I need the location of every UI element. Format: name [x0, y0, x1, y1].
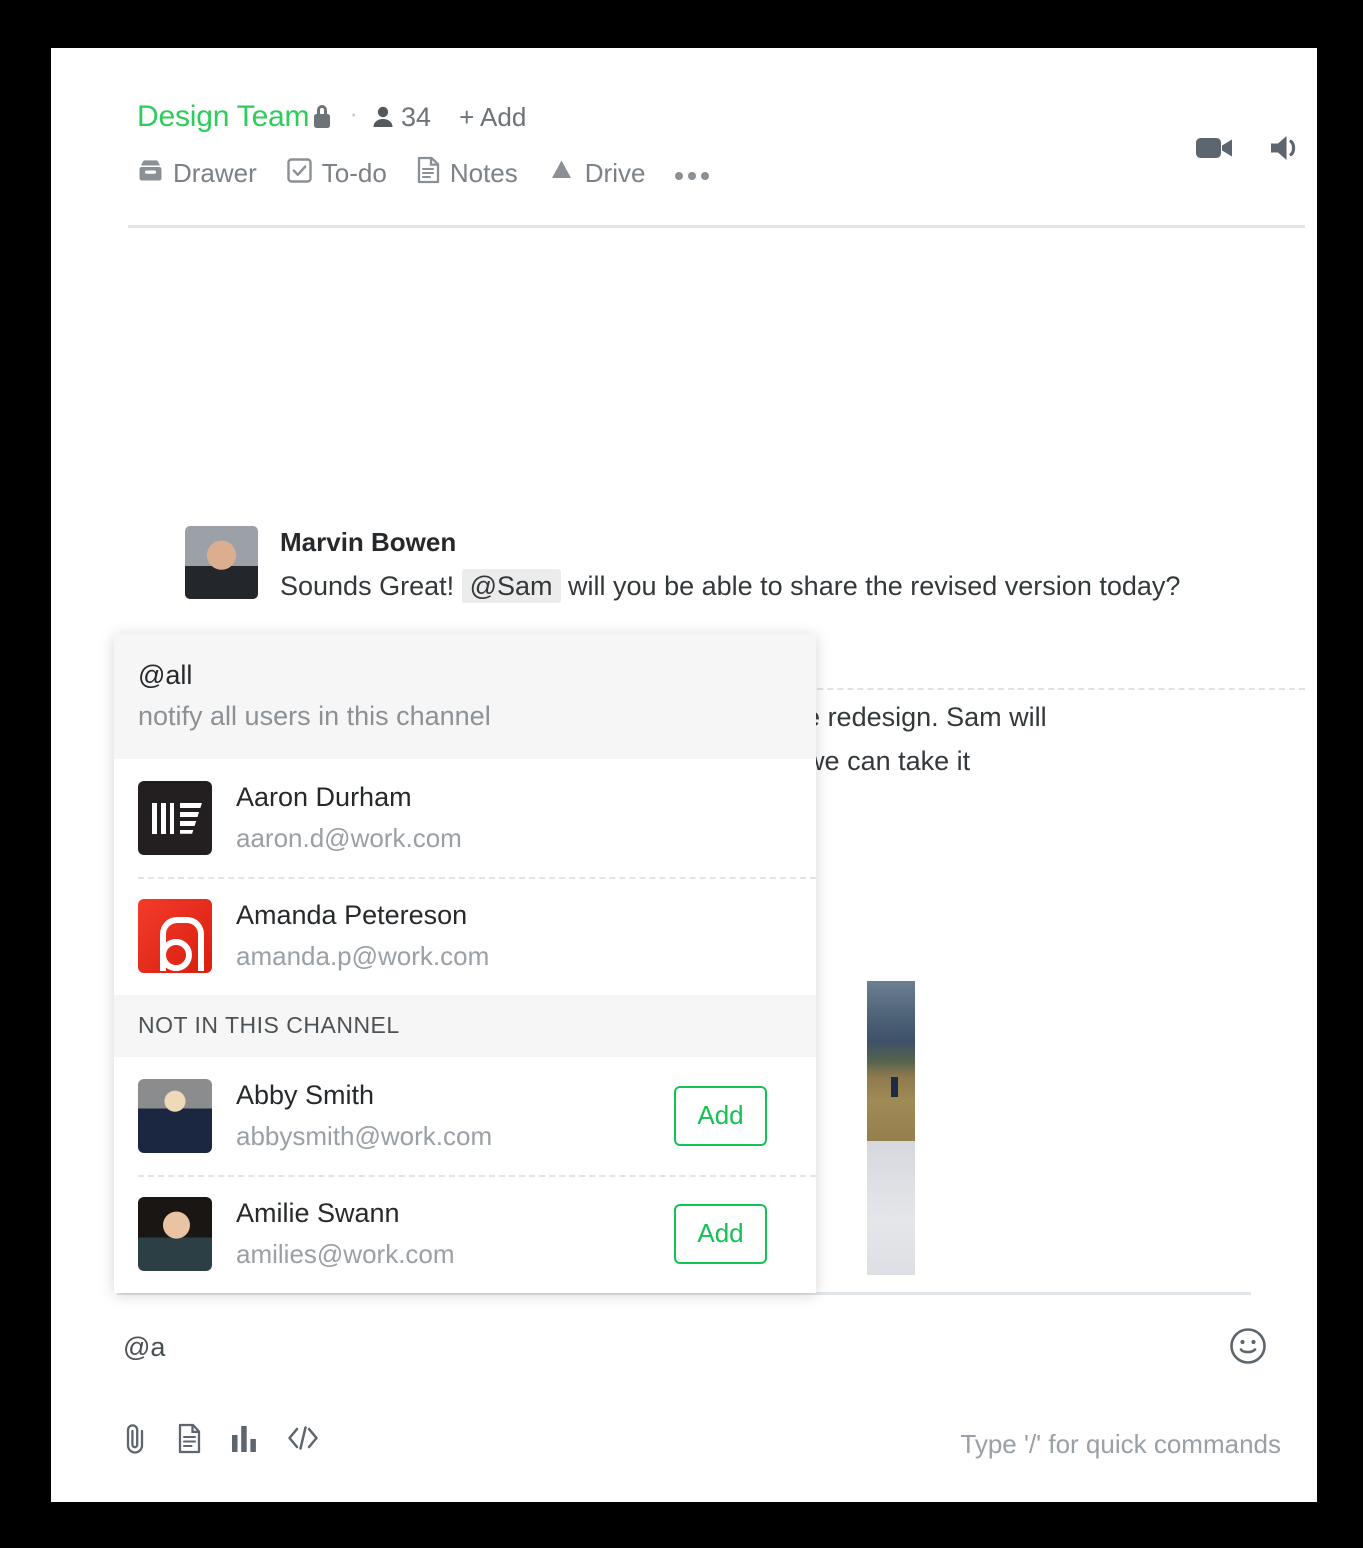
bar-chart-icon[interactable]: [230, 1423, 258, 1454]
member-name: Abby Smith: [236, 1080, 375, 1111]
avatar: [138, 1078, 212, 1153]
video-camera-icon[interactable]: [1195, 133, 1235, 163]
tab-drawer[interactable]: Drawer: [137, 157, 257, 189]
message-body: Marvin Bowen Sounds Great! @Sam will you…: [280, 526, 1180, 608]
channel-header: Design Team · 34 + Add Drawer To-do Note…: [51, 48, 1317, 228]
header-action-buttons: [1195, 132, 1305, 164]
mention-autocomplete-dropdown: @all notify all users in this channel Aa…: [114, 634, 816, 1293]
document-icon[interactable]: [177, 1423, 202, 1454]
member-email: abbysmith@work.com: [236, 1120, 493, 1151]
member-info: Amilie Swann amilies@work.com: [236, 1197, 674, 1270]
message-item: Marvin Bowen Sounds Great! @Sam will you…: [185, 526, 1180, 608]
message-text-before: Sounds Great!: [280, 570, 462, 601]
add-user-button[interactable]: Add: [674, 1085, 767, 1146]
tab-drive[interactable]: Drive: [547, 157, 646, 189]
attachment-thumbnail[interactable]: [867, 981, 915, 1275]
mention-all-handle: @all: [138, 660, 193, 690]
tab-drawer-label: Drawer: [173, 157, 257, 188]
avatar: [138, 898, 212, 973]
attachment-thumbnail-image: [867, 981, 915, 1141]
checkbox-icon: [286, 157, 313, 189]
mention-option-aaron-durham[interactable]: Aaron Durham aaron.d@work.com: [114, 758, 816, 877]
member-info: Abby Smith abbysmith@work.com: [236, 1079, 674, 1152]
tab-todo-label: To-do: [321, 157, 387, 188]
mention-all-description: notify all users in this channel: [138, 701, 491, 732]
quick-commands-hint: Type '/' for quick commands: [960, 1429, 1281, 1459]
message-composer: Type '/' for quick commands: [51, 1292, 1317, 1502]
member-name: Aaron Durham: [236, 782, 412, 813]
composer-input-row: [51, 1322, 1317, 1394]
ellipsis-icon[interactable]: [674, 164, 710, 182]
avatar: [185, 526, 258, 599]
member-email: aaron.d@work.com: [236, 822, 462, 853]
mention-option-amilie-swann[interactable]: Amilie Swann amilies@work.com Add: [114, 1174, 816, 1293]
code-icon[interactable]: [286, 1423, 320, 1453]
person-icon: [373, 106, 393, 127]
member-info: Amanda Petereson amanda.p@work.com: [236, 899, 792, 972]
tab-notes-label: Notes: [449, 157, 518, 188]
member-email: amilies@work.com: [236, 1238, 455, 1269]
google-drive-icon: [547, 157, 576, 189]
smiley-icon[interactable]: [1228, 1326, 1268, 1371]
message-input[interactable]: [123, 1332, 1153, 1363]
mention-option-all[interactable]: @all notify all users in this channel: [114, 634, 816, 759]
tab-todo[interactable]: To-do: [286, 157, 387, 189]
avatar: [138, 1196, 212, 1271]
member-name: Amilie Swann: [236, 1198, 400, 1229]
member-count-group[interactable]: 34: [372, 101, 432, 132]
mention-option-amanda-petereson[interactable]: Amanda Petereson amanda.p@work.com: [114, 876, 816, 995]
member-count-label: 34: [401, 101, 432, 132]
not-in-channel-section-header: NOT IN THIS CHANNEL: [114, 994, 816, 1057]
paperclip-icon[interactable]: [123, 1422, 149, 1454]
attachment-thumbnail-image-lower: [867, 1141, 915, 1275]
message-text: Sounds Great! @Sam will you be able to s…: [280, 565, 1180, 609]
speaker-icon[interactable]: [1267, 132, 1305, 164]
tab-drive-label: Drive: [584, 157, 646, 188]
tab-notes[interactable]: Notes: [416, 156, 518, 189]
drawer-icon: [137, 157, 164, 189]
title-separator-dot: ·: [349, 98, 359, 128]
message-text-after: will you be able to share the revised ve…: [560, 570, 1181, 601]
add-user-button[interactable]: Add: [674, 1203, 767, 1264]
message-author: Marvin Bowen: [280, 527, 457, 557]
add-member-button[interactable]: + Add: [459, 104, 526, 130]
composer-toolbar: [123, 1422, 320, 1454]
channel-name[interactable]: Design Team: [137, 102, 310, 132]
chat-window: Design Team · 34 + Add Drawer To-do Note…: [51, 48, 1317, 1502]
document-icon: [416, 156, 441, 189]
mention-chip[interactable]: @Sam: [461, 568, 561, 603]
avatar: [138, 780, 212, 855]
mention-option-abby-smith[interactable]: Abby Smith abbysmith@work.com Add: [114, 1056, 816, 1175]
channel-title-row: Design Team · 34 + Add: [137, 98, 526, 132]
member-name: Amanda Petereson: [236, 900, 468, 931]
header-tool-tabs: Drawer To-do Notes Drive: [137, 156, 710, 189]
lock-icon: [311, 103, 333, 131]
member-info: Aaron Durham aaron.d@work.com: [236, 781, 792, 854]
member-email: amanda.p@work.com: [236, 940, 490, 971]
